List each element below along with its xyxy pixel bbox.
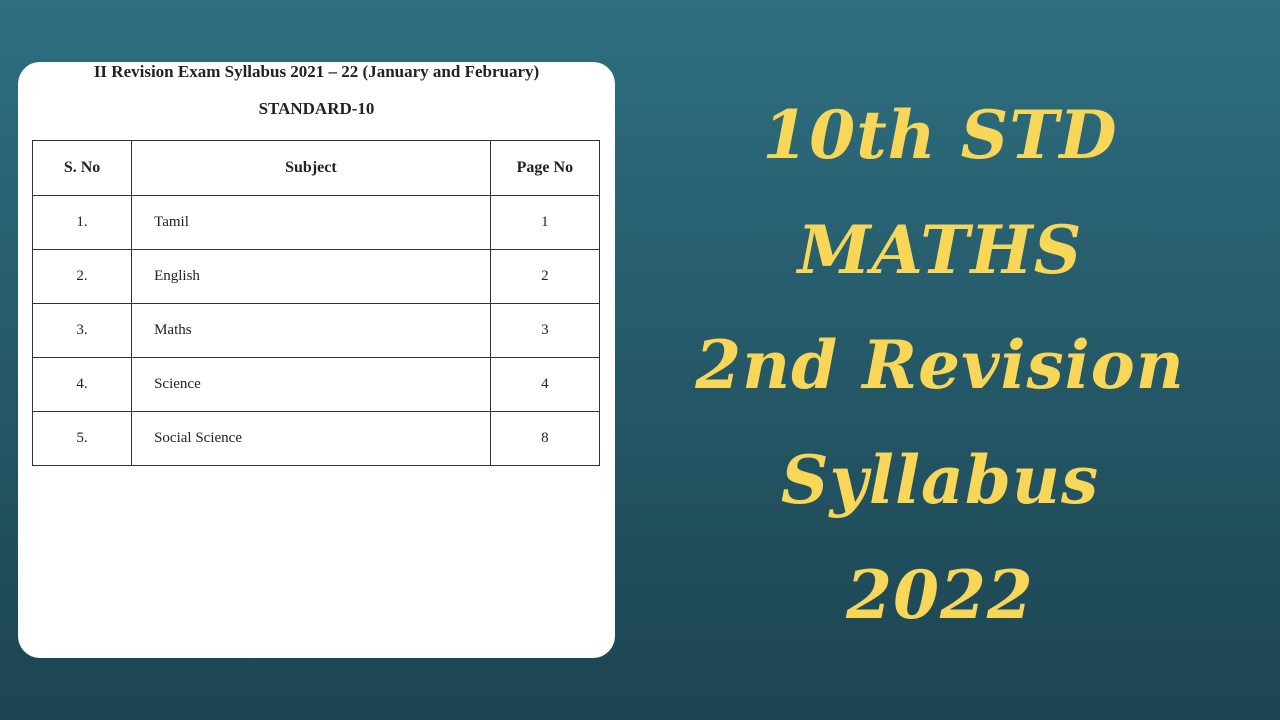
table-row: 2. English 2	[31, 249, 601, 304]
cell-subject: Science	[131, 357, 491, 412]
cell-subject: Tamil	[131, 195, 491, 250]
cell-subject: Social Science	[131, 411, 491, 466]
cell-page: 3	[489, 303, 601, 358]
headline-line: MATHS	[797, 211, 1083, 289]
cell-page: 4	[489, 357, 601, 412]
cell-subject: Maths	[131, 303, 491, 358]
cell-subject: English	[131, 249, 491, 304]
headline-line: 10th STD	[762, 96, 1118, 174]
cell-sno: 4.	[31, 357, 133, 412]
table-row: 4. Science 4	[31, 357, 601, 412]
cell-sno: 2.	[31, 249, 133, 304]
headline-line: 2nd Revision	[695, 326, 1185, 404]
cell-page: 2	[489, 249, 601, 304]
table-header-row: S. No Subject Page No	[31, 140, 601, 196]
headline-line: Syllabus	[780, 441, 1100, 519]
cell-sno: 3.	[31, 303, 133, 358]
cell-page: 8	[489, 411, 601, 466]
table-row: 1. Tamil 1	[31, 195, 601, 250]
headline-text: 10th STD MATHS 2nd Revision Syllabus 202…	[620, 78, 1260, 653]
table-row: 3. Maths 3	[31, 303, 601, 358]
syllabus-document-card: II Revision Exam Syllabus 2021 – 22 (Jan…	[18, 62, 615, 658]
column-header-page: Page No	[489, 140, 601, 196]
column-header-subject: Subject	[131, 140, 491, 196]
document-title: II Revision Exam Syllabus 2021 – 22 (Jan…	[93, 62, 540, 81]
syllabus-table: S. No Subject Page No 1. Tamil 1 2. Engl…	[31, 140, 601, 466]
cell-page: 1	[489, 195, 601, 250]
table-row: 5. Social Science 8	[31, 411, 601, 466]
headline-line: 2022	[846, 556, 1034, 634]
cell-sno: 5.	[31, 411, 133, 466]
cell-sno: 1.	[31, 195, 133, 250]
column-header-sno: S. No	[31, 140, 133, 196]
document-subtitle: STANDARD-10	[258, 99, 375, 118]
